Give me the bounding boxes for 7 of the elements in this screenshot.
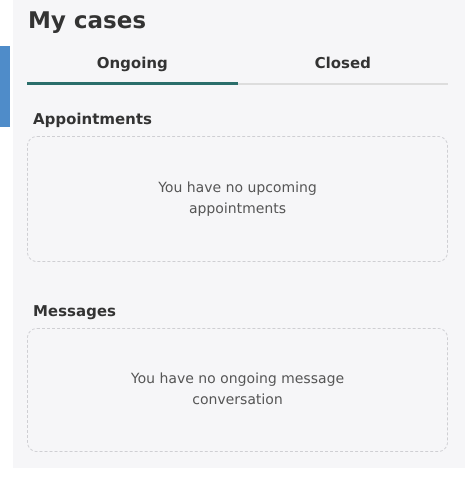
empty-message: You have no upcoming appointments [157,179,318,219]
page-title: My cases [28,8,148,34]
section-heading: Appointments [33,110,153,128]
tab[interactable]: Ongoing [27,46,238,85]
empty-message: You have no ongoing message conversation [130,370,346,410]
tab[interactable]: Closed [238,46,448,85]
section-heading: Messages [33,302,117,320]
